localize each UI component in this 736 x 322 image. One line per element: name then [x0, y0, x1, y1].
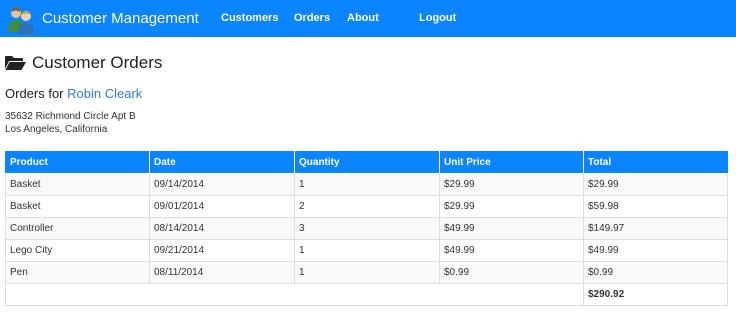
users-icon	[8, 7, 34, 34]
cell-quantity: 1	[294, 261, 440, 284]
cell-total: $49.99	[583, 239, 728, 262]
cell-product: Basket	[5, 195, 150, 218]
cell-unit-price: $49.99	[439, 217, 584, 240]
grand-total-row: $290.92	[5, 283, 728, 306]
grand-total-spacer	[5, 283, 584, 306]
header-unit-price[interactable]: Unit Price	[439, 151, 584, 174]
cell-quantity: 1	[294, 173, 440, 196]
cell-quantity: 1	[294, 239, 440, 262]
header-product[interactable]: Product	[5, 151, 150, 174]
cell-total: $29.99	[583, 173, 728, 196]
cell-date: 09/21/2014	[149, 239, 295, 262]
table-row: Controller 08/14/2014 3 $49.99 $149.97	[5, 217, 728, 240]
header-date[interactable]: Date	[149, 151, 295, 174]
cell-date: 08/14/2014	[149, 217, 295, 240]
cell-quantity: 3	[294, 217, 440, 240]
nav-customers[interactable]: Customers	[221, 0, 278, 37]
nav-about[interactable]: About	[347, 0, 379, 37]
page-title: Customer Orders	[32, 53, 163, 72]
orders-for-line: Orders for Robin Cleark	[5, 86, 736, 104]
cell-quantity: 2	[294, 195, 440, 218]
header-total[interactable]: Total	[583, 151, 728, 174]
nav-orders[interactable]: Orders	[294, 0, 330, 37]
cell-unit-price: $0.99	[439, 261, 584, 284]
cell-product: Controller	[5, 217, 150, 240]
cell-product: Pen	[5, 261, 150, 284]
grand-total-value: $290.92	[583, 283, 728, 306]
customer-name-link[interactable]: Robin Cleark	[67, 86, 142, 101]
cell-product: Lego City	[5, 239, 150, 262]
cell-date: 08/11/2014	[149, 261, 295, 284]
cell-date: 09/01/2014	[149, 195, 295, 218]
header-quantity[interactable]: Quantity	[294, 151, 440, 174]
table-row: Basket 09/01/2014 2 $29.99 $59.98	[5, 195, 728, 218]
brand[interactable]: Customer Management	[0, 0, 199, 37]
address-line-2: Los Angeles, California	[5, 124, 108, 135]
orders-table: Product Date Quantity Unit Price Total B…	[5, 151, 728, 306]
cell-unit-price: $29.99	[439, 195, 584, 218]
app-title: Customer Management	[42, 10, 199, 27]
cell-total: $0.99	[583, 261, 728, 284]
table-row: Lego City 09/21/2014 1 $49.99 $49.99	[5, 239, 728, 262]
cell-total: $59.98	[583, 195, 728, 218]
table-row: Pen 08/11/2014 1 $0.99 $0.99	[5, 261, 728, 284]
page-heading: Customer Orders	[5, 51, 736, 75]
address-line-1: 35632 Richmond Circle Apt B	[5, 111, 136, 122]
cell-unit-price: $49.99	[439, 239, 584, 262]
cell-product: Basket	[5, 173, 150, 196]
table-row: Basket 09/14/2014 1 $29.99 $29.99	[5, 173, 728, 196]
table-header-row: Product Date Quantity Unit Price Total	[5, 151, 728, 174]
orders-for-label: Orders for	[5, 86, 64, 101]
customer-address: 35632 Richmond Circle Apt B Los Angeles,…	[5, 110, 736, 136]
cell-unit-price: $29.99	[439, 173, 584, 196]
cell-date: 09/14/2014	[149, 173, 295, 196]
navbar: Customer Management Customers Orders Abo…	[0, 0, 736, 37]
cell-total: $149.97	[583, 217, 728, 240]
nav-logout[interactable]: Logout	[419, 0, 456, 37]
folder-open-icon	[5, 56, 26, 70]
